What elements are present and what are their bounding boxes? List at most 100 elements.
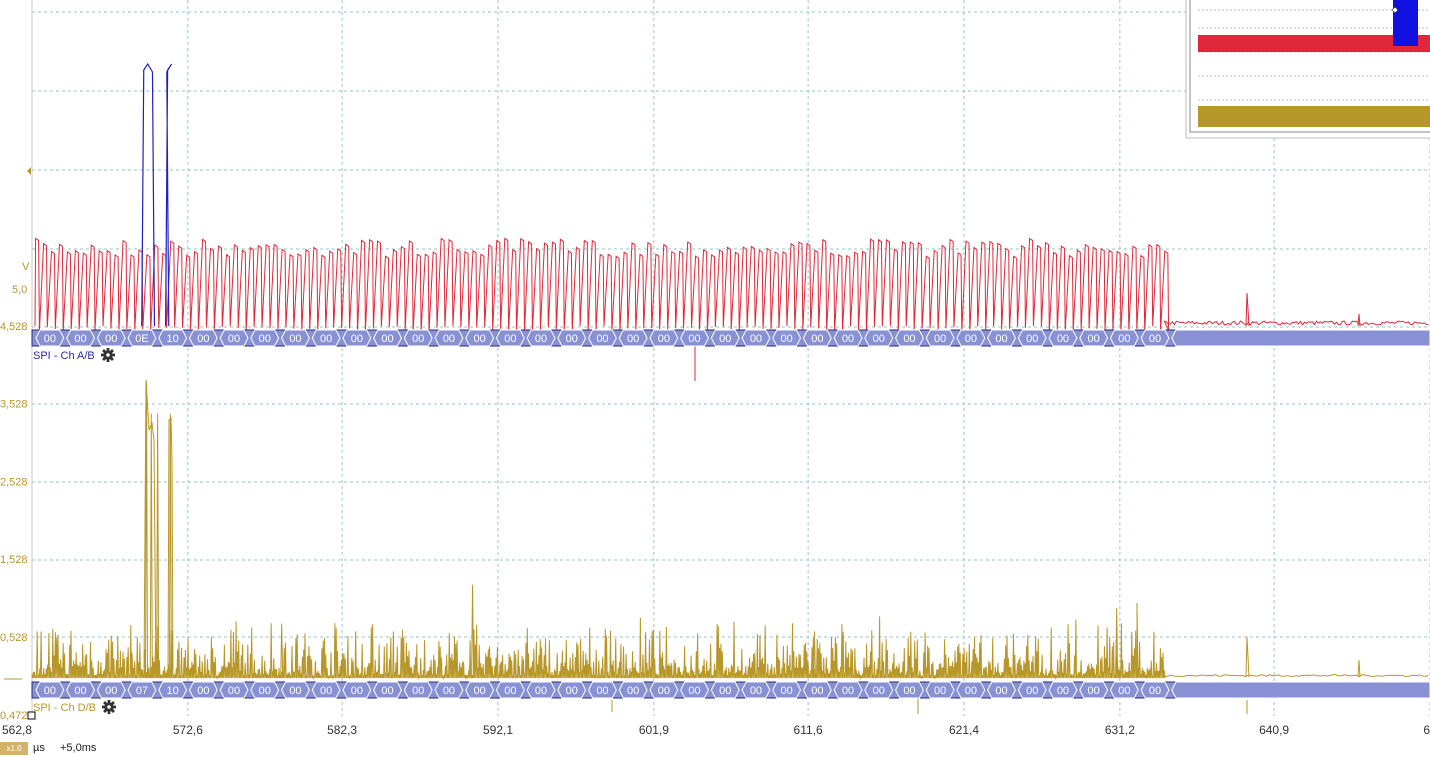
bus-bottom-byte-label: 00: [259, 685, 271, 697]
y-tick-label: 4,528: [0, 321, 28, 333]
bus-bottom-byte-label: 00: [750, 685, 762, 697]
x-tick-label: 640,9: [1259, 723, 1289, 737]
spi-decoder-bus-bottom[interactable]: 00 00 00 07 10 00 00 00 00 00 00 00 00 00 00 00 00 00 00 00…: [31, 681, 1430, 699]
bus-bottom-byte-label: 00: [658, 685, 670, 697]
gear-icon[interactable]: [102, 700, 116, 714]
bus-bottom-byte-label: 00: [44, 685, 56, 697]
thumbnail-viewport[interactable]: [1393, 0, 1418, 46]
bus-bottom-byte-label: 00: [381, 685, 393, 697]
decoder-label-ab: SPI - Ch A/B: [33, 350, 95, 362]
bus-top-byte-label: 00: [781, 333, 793, 345]
bus-top-byte-label: 00: [351, 333, 363, 345]
trace-channel-b: [141, 62, 173, 327]
bus-top-byte-label: 00: [811, 333, 823, 345]
bus-bottom-byte-label: 00: [1118, 685, 1130, 697]
bus-bottom-byte-label: 00: [412, 685, 424, 697]
bus-bottom-byte-label: 00: [535, 685, 547, 697]
bus-top-byte-label: 00: [627, 333, 639, 345]
bus-bottom-byte-label: 00: [1088, 685, 1100, 697]
decoder-label-db: SPI - Ch D/B: [33, 702, 96, 714]
trace-channel-d-peaks: [143, 379, 1361, 679]
overview-thumbnail[interactable]: [1185, 0, 1430, 139]
bus-bottom-byte-label: 00: [351, 685, 363, 697]
trigger-marker-icon[interactable]: [27, 167, 31, 175]
bus-bottom-byte-label: 00: [504, 685, 516, 697]
bus-top-byte-label: 00: [566, 333, 578, 345]
bus-bottom-byte-label: 00: [688, 685, 700, 697]
x-tick-label: 611,6: [794, 723, 823, 737]
y-tick-label: 3,528: [0, 399, 28, 411]
waveform-traces: [31, 62, 1429, 714]
bus-top-byte-label: 00: [535, 333, 547, 345]
bus-bottom-byte-label: 07: [136, 685, 148, 697]
bus-top-byte-label: 00: [842, 333, 854, 345]
thumbnail-trace-d: [1198, 106, 1430, 127]
bus-top-byte-label: 00: [197, 333, 209, 345]
bus-top-byte-label: 00: [228, 333, 240, 345]
zoom-badge[interactable]: x1.0: [0, 742, 28, 755]
bus-top-byte-label: 00: [74, 333, 86, 345]
bus-top-byte-label: 00: [934, 333, 946, 345]
bus-top-byte-label: 00: [750, 333, 762, 345]
bus-top-byte-label: 00: [596, 333, 608, 345]
bus-bottom-byte-label: 00: [474, 685, 486, 697]
y-tick-label: 5,0: [12, 284, 27, 296]
oscilloscope-view[interactable]: 00 00 00 0E 10 00 00 00 00 00 00 00 00 00 00 00 00 00 00 00…: [0, 0, 1430, 757]
bus-bottom-byte-label: 00: [1026, 685, 1038, 697]
x-axis-labels: 562,8 572,6 582,3 592,1 601,9 611,6 621,4 631,2…: [2, 723, 1430, 737]
bus-top-byte-label: 00: [903, 333, 915, 345]
bus-bottom-byte-label: 00: [995, 685, 1007, 697]
bus-top-byte-label: 00: [688, 333, 700, 345]
bus-bottom-byte-label: 00: [842, 685, 854, 697]
bus-top-byte-label: 00: [658, 333, 670, 345]
bus-bottom-byte-label: 00: [289, 685, 301, 697]
gear-hole: [106, 353, 110, 357]
bus-top-byte-label: 00: [381, 333, 393, 345]
bus-top-byte-label: 00: [412, 333, 424, 345]
x-tick-label: 621,4: [949, 723, 979, 737]
bus-top-byte-label: 00: [995, 333, 1007, 345]
bus-bottom-byte-label: 00: [228, 685, 240, 697]
bus-bottom-idle-segment: [1171, 681, 1430, 699]
time-unit-label: µs: [33, 742, 45, 754]
bus-top-byte-label: 10: [167, 333, 179, 345]
y-axis-labels: V 5,0 4,528 3,528 2,528 1,528 0,528 0,472: [0, 167, 36, 722]
bus-top-byte-label: 00: [719, 333, 731, 345]
bus-bottom-byte-label: 00: [566, 685, 578, 697]
gear-icon[interactable]: [101, 348, 115, 362]
bus-top-byte-label: 00: [289, 333, 301, 345]
bus-bottom-byte-label: 00: [197, 685, 209, 697]
y-tick-label: 0,528: [0, 632, 28, 644]
x-tick-label: 592,1: [483, 723, 513, 737]
spi-decoder-bus-top[interactable]: 00 00 00 0E 10 00 00 00 00 00 00 00 00 00 00 00 00 00 00 00…: [31, 329, 1430, 347]
y-tick-label: 0,472: [0, 710, 28, 722]
y-tick-label: 2,528: [0, 476, 28, 488]
bus-bottom-byte-label: 00: [627, 685, 639, 697]
bus-top-idle-segment: [1171, 329, 1430, 347]
bus-top-byte-label: 00: [105, 333, 117, 345]
bus-bottom-byte-label: 00: [105, 685, 117, 697]
bus-top-byte-label: 00: [320, 333, 332, 345]
trace-channel-a: [34, 237, 1429, 332]
bus-bottom-byte-label: 10: [167, 685, 179, 697]
x-tick-label: 65: [1423, 723, 1430, 737]
bus-bottom-byte-label: 00: [1057, 685, 1069, 697]
x-tick-label: 582,3: [327, 723, 357, 737]
status-footer: x1.0 µs +5,0ms: [0, 741, 180, 757]
bus-top-byte-label: 00: [443, 333, 455, 345]
bus-bottom-byte-label: 00: [811, 685, 823, 697]
bus-bottom-byte-label: 00: [719, 685, 731, 697]
bus-top-byte-label: 00: [1088, 333, 1100, 345]
x-tick-label: 572,6: [173, 723, 203, 737]
bus-bottom-byte-label: 00: [873, 685, 885, 697]
bus-top-byte-label: 00: [1149, 333, 1161, 345]
bus-top-byte-label: 00: [1118, 333, 1130, 345]
bus-top-byte-label: 00: [44, 333, 56, 345]
bus-bottom-byte-label: 00: [934, 685, 946, 697]
bus-top-byte-label: 00: [1057, 333, 1069, 345]
bus-bottom-byte-label: 00: [443, 685, 455, 697]
y-unit-label: V: [22, 261, 30, 273]
bus-top-byte-label: 00: [504, 333, 516, 345]
bus-top-byte-label: 0E: [135, 333, 148, 345]
bus-bottom-byte-label: 00: [965, 685, 977, 697]
